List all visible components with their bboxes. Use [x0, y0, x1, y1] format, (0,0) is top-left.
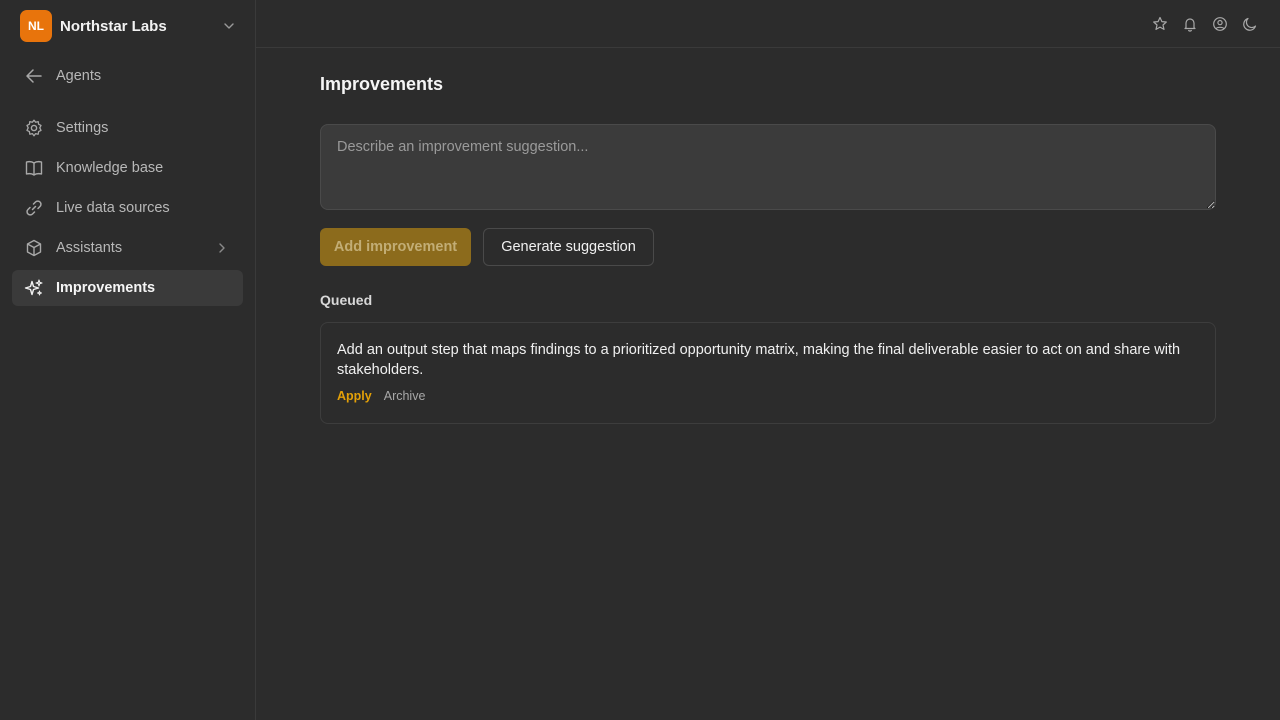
sidebar-item-settings[interactable]: Settings: [12, 110, 243, 146]
sidebar-item-assistants[interactable]: Assistants: [12, 230, 243, 266]
sidebar-item-live-data-sources[interactable]: Live data sources: [12, 190, 243, 226]
generate-suggestion-button[interactable]: Generate suggestion: [483, 228, 654, 266]
archive-button[interactable]: Archive: [384, 389, 426, 403]
sidebar-item-label: Improvements: [56, 280, 156, 296]
queued-section-label: Queued: [320, 292, 373, 308]
add-improvement-button[interactable]: Add improvement: [320, 228, 471, 266]
top-bar: [256, 0, 1280, 48]
gear-icon: [24, 118, 44, 138]
improvement-text: Add an output step that maps findings to…: [337, 342, 1181, 378]
bell-icon[interactable]: [1181, 15, 1199, 33]
sidebar-item-label: Live data sources: [56, 200, 170, 216]
cube-icon: [24, 238, 44, 258]
sparkles-icon: [24, 278, 44, 298]
card-actions: Apply Archive: [337, 389, 1199, 403]
star-icon[interactable]: [1151, 15, 1169, 33]
arrow-left-icon: [24, 66, 44, 86]
sidebar-item-label: Knowledge base: [56, 160, 164, 176]
page-title: Improvements: [320, 74, 444, 94]
user-circle-icon[interactable]: [1211, 15, 1229, 33]
sidebar-item-label: Assistants: [56, 240, 123, 256]
sidebar: NL Northstar Labs Agents Settings Knowle…: [0, 0, 256, 720]
sidebar-item-improvements[interactable]: Improvements: [12, 270, 243, 306]
back-to-agents[interactable]: Agents: [12, 58, 243, 94]
book-icon: [24, 158, 44, 178]
org-switcher[interactable]: NL Northstar Labs: [20, 10, 236, 42]
org-name: Northstar Labs: [60, 17, 167, 35]
improvement-suggestion-input[interactable]: [320, 124, 1216, 210]
org-avatar: NL: [20, 10, 52, 42]
chevron-down-icon: [222, 19, 236, 33]
sidebar-item-label: Settings: [56, 120, 109, 136]
back-label: Agents: [56, 68, 102, 84]
sidebar-item-knowledge-base[interactable]: Knowledge base: [12, 150, 243, 186]
chevron-right-icon: [215, 241, 229, 255]
link-icon: [24, 198, 44, 218]
apply-button[interactable]: Apply: [337, 389, 372, 403]
moon-icon[interactable]: [1241, 15, 1259, 33]
queued-improvement-card: Add an output step that maps findings to…: [320, 322, 1216, 424]
